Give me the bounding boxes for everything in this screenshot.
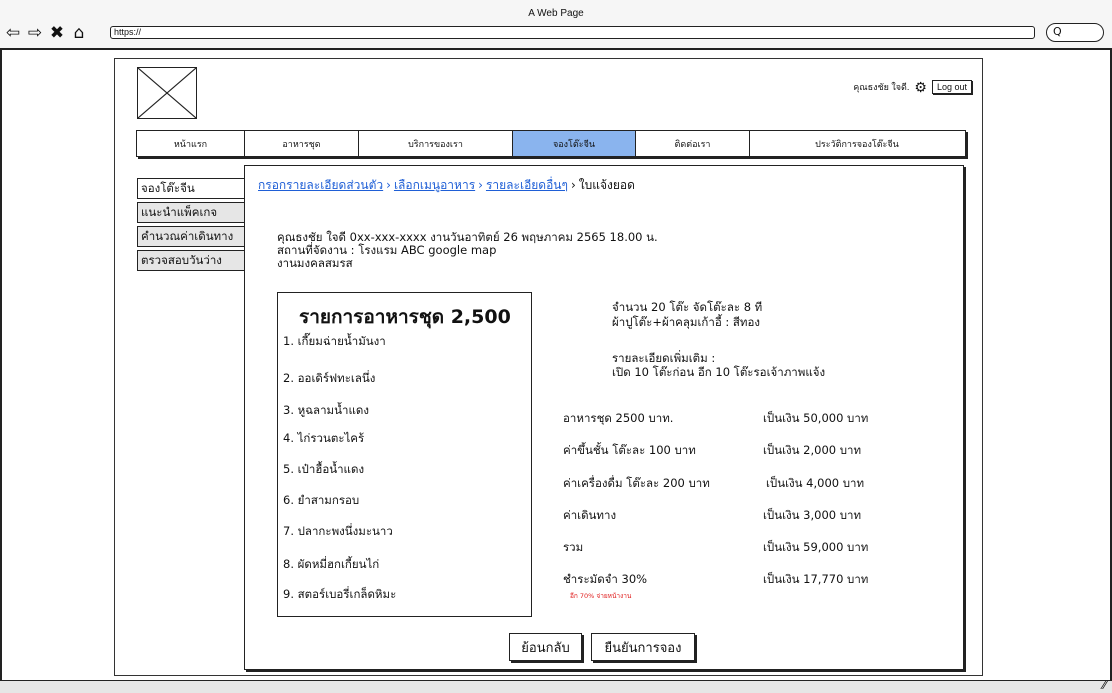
- menu-title: รายการอาหารชุด 2,500: [299, 306, 511, 328]
- browser-chrome: A Web Page ⇦ ⇨ ✖ ⌂ https:// Q: [0, 0, 1112, 50]
- menu-item: 1. เกี๊ยมฉ่ายน้ำมันงา: [283, 334, 386, 348]
- close-icon[interactable]: ✖: [48, 24, 66, 42]
- menu-item: 7. ปลากะพงนึ่งมะนาว: [283, 524, 393, 538]
- deposit-value: เป็นเงิน 17,770 บาท: [763, 572, 869, 586]
- sidebar: จองโต๊ะจีน แนะนำแพ็คเกจ คำนวณค่าเดินทาง …: [137, 178, 245, 274]
- breadcrumb-other-details[interactable]: รายละเอียดอื่นๆ: [486, 178, 568, 192]
- cost-value: เป็นเงิน 3,000 บาท: [763, 508, 862, 522]
- more-details-text: เปิด 10 โต๊ะก่อน อีก 10 โต๊ะรอเจ้าภาพแจ้…: [612, 365, 826, 379]
- tab-booking[interactable]: จองโต๊ะจีน: [513, 131, 636, 156]
- address-bar[interactable]: https://: [110, 26, 1035, 39]
- breadcrumb: กรอกรายละเอียดส่วนตัว › เลือกเมนูอาหาร › ราย…: [258, 176, 635, 195]
- home-icon[interactable]: ⌂: [70, 24, 88, 42]
- tab-booking-history[interactable]: ประวัติการจองโต๊ะจีน: [750, 131, 964, 156]
- cost-value: เป็นเงิน 2,000 บาท: [763, 443, 862, 457]
- browser-nav: ⇦ ⇨ ✖ ⌂: [4, 24, 88, 42]
- cost-label: ค่าเครื่องดื่ม โต๊ะละ 200 บาท: [563, 476, 710, 490]
- main-nav: หน้าแรก อาหารชุด บริการของเรา จองโต๊ะจีน…: [136, 130, 966, 157]
- menu-item: 9. สตอร์เบอรี่เกล็ดหิมะ: [283, 587, 397, 601]
- menu-item: 8. ผัดหมี่ฮกเกี้ยนไก่: [283, 557, 380, 571]
- breadcrumb-current: ใบแจ้งยอด: [578, 178, 635, 192]
- breadcrumb-personal-info[interactable]: กรอกรายละเอียดส่วนตัว: [258, 178, 383, 192]
- sidebar-item-packages[interactable]: แนะนำแพ็คเกจ: [137, 202, 245, 223]
- browser-search-field[interactable]: Q: [1046, 23, 1104, 42]
- event-type-line: งานมงคลสมรส: [277, 256, 353, 270]
- tab-home[interactable]: หน้าแรก: [137, 131, 245, 156]
- user-name: คุณธงชัย ใจดี.: [853, 82, 910, 92]
- window-title: A Web Page: [528, 8, 584, 19]
- image-placeholder-icon: [138, 68, 196, 118]
- tab-set-menu[interactable]: อาหารชุด: [245, 131, 359, 156]
- back-arrow-icon[interactable]: ⇦: [4, 24, 22, 42]
- menu-item: 2. ออเดิร์ฟทะเลนึ่ง: [283, 371, 376, 385]
- cost-label: อาหารชุด 2500 บาท.: [563, 411, 674, 425]
- tab-services[interactable]: บริการของเรา: [359, 131, 513, 156]
- resize-handle-icon[interactable]: ⁄⁄: [1102, 679, 1106, 692]
- logo-placeholder[interactable]: [137, 67, 197, 119]
- status-bar: ⁄⁄: [0, 679, 1112, 693]
- breadcrumb-select-menu[interactable]: เลือกเมนูอาหาร: [394, 178, 475, 192]
- page-border-left: [0, 50, 2, 680]
- sidebar-item-travel-cost[interactable]: คำนวณค่าเดินทาง: [137, 226, 245, 247]
- breadcrumb-separator: ›: [386, 178, 391, 192]
- cost-value: เป็นเงิน 59,000 บาท: [763, 540, 869, 554]
- cost-label: ค่าขึ้นชั้น โต๊ะละ 100 บาท: [563, 443, 696, 457]
- menu-item: 6. ยำสามกรอบ: [283, 493, 360, 507]
- table-cloth: ผ้าปูโต๊ะ+ผ้าคลุมเก้าอี้ : สีทอง: [612, 315, 761, 329]
- menu-item: 5. เป๋าฮื้อน้ำแดง: [283, 462, 365, 476]
- forward-arrow-icon[interactable]: ⇨: [26, 24, 44, 42]
- sidebar-item-availability[interactable]: ตรวจสอบวันว่าง: [137, 250, 245, 271]
- cost-value: เป็นเงิน 50,000 บาท: [763, 411, 869, 425]
- menu-item: 4. ไก่รวนตะไคร้: [283, 431, 365, 445]
- booking-info: คุณธงชัย ใจดี 0xx-xxx-xxxx งานวันอาทิตย์…: [277, 231, 658, 270]
- back-button[interactable]: ย้อนกลับ: [509, 633, 582, 661]
- deposit-note: อีก 70% จ่ายหน้างาน: [570, 592, 632, 600]
- user-area: คุณธงชัย ใจดี. ⚙ Log out: [853, 80, 972, 94]
- sidebar-item-booking[interactable]: จองโต๊ะจีน: [137, 178, 245, 199]
- menu-item: 3. หูฉลามน้ำแดง: [283, 403, 369, 417]
- cost-label: รวม: [563, 540, 584, 554]
- cost-value: เป็นเงิน 4,000 บาท: [766, 476, 865, 490]
- logout-button[interactable]: Log out: [931, 80, 972, 94]
- tab-contact[interactable]: ติดต่อเรา: [636, 131, 750, 156]
- breadcrumb-separator: ›: [478, 178, 483, 192]
- cost-label: ค่าเดินทาง: [563, 508, 617, 522]
- deposit-label: ชำระมัดจำ 30%: [563, 572, 648, 586]
- breadcrumb-separator: ›: [570, 178, 576, 192]
- confirm-booking-button[interactable]: ยืนยันการจอง: [591, 633, 695, 661]
- gear-icon[interactable]: ⚙: [914, 80, 927, 94]
